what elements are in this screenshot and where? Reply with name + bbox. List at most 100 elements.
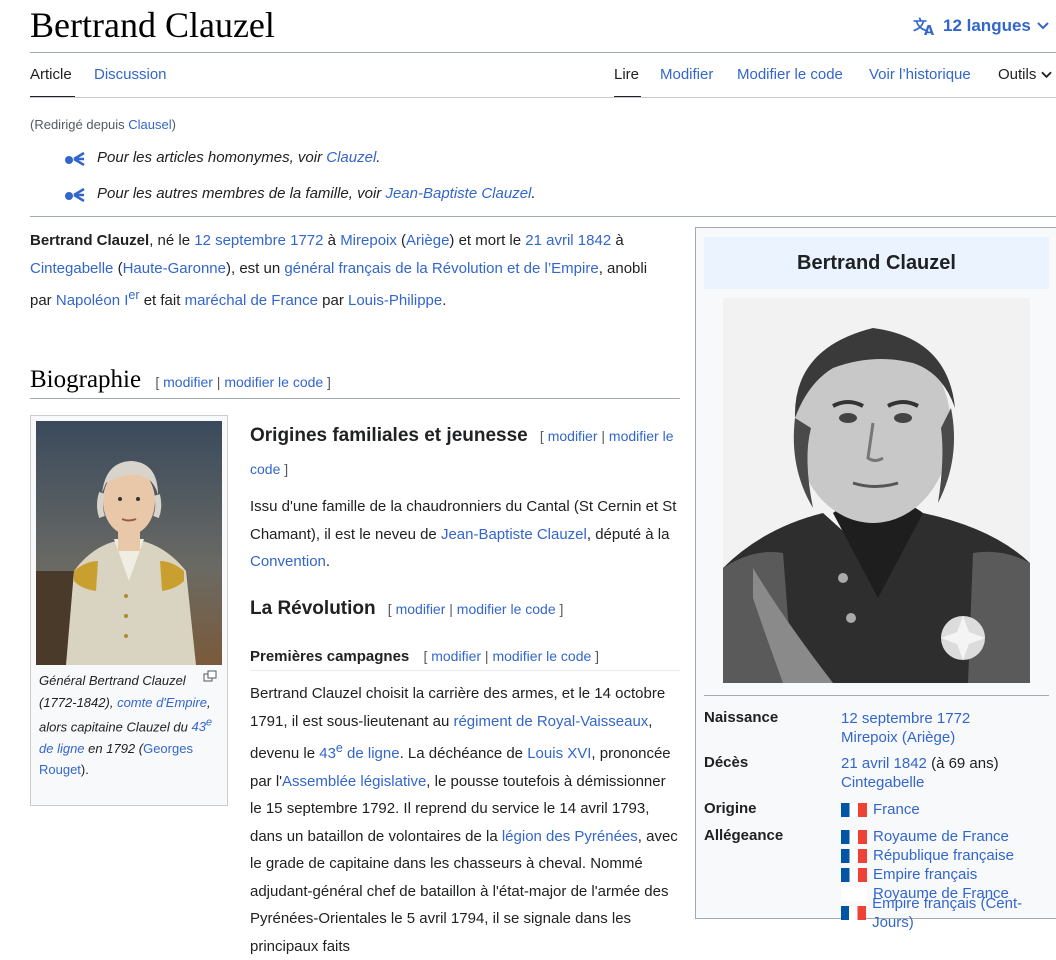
infobox-portrait-image[interactable]: [723, 298, 1030, 683]
link-louis-philippe[interactable]: Louis-Philippe: [348, 292, 442, 309]
link-allegeance[interactable]: Empire français (Cent-Jours): [872, 894, 1056, 932]
link-43e-de-ligne[interactable]: 43e de ligne: [319, 741, 399, 762]
edit-link[interactable]: modifier: [548, 428, 598, 444]
separator: |: [597, 428, 609, 444]
section-edit-links: [ modifier | modifier le code ]: [423, 648, 599, 664]
link-france[interactable]: France: [873, 800, 920, 819]
portrait-image[interactable]: [36, 421, 222, 665]
tab-modifier[interactable]: Modifier: [660, 66, 713, 83]
value-allegeance: Royaume de France République française E…: [841, 827, 1056, 931]
link-louis-xvi[interactable]: Louis XVI: [527, 745, 591, 762]
edit-code-link[interactable]: modifier le code: [492, 648, 591, 664]
caption-43: 43: [191, 719, 206, 735]
label-allegeance: Allégeance: [704, 827, 784, 844]
link-ariege[interactable]: Ariège: [406, 232, 449, 249]
caption-text: ).: [80, 762, 89, 778]
edit-code-link[interactable]: modifier le code: [224, 374, 323, 390]
redirect-prefix: (Redirigé depuis: [30, 117, 129, 132]
lead-text: (: [113, 259, 123, 277]
infobox: Bertrand Clauzel Naissance 12 septembre …: [695, 227, 1056, 931]
link-deces-lieu[interactable]: Cintegabelle: [841, 773, 999, 792]
redirect-link[interactable]: Clausel: [128, 117, 171, 132]
tab-article[interactable]: Article: [30, 66, 72, 83]
lead-text: .: [442, 292, 447, 309]
label-origine: Origine: [704, 800, 757, 817]
link-allegeance[interactable]: Royaume de France: [873, 827, 1009, 846]
tab-modifier-code[interactable]: Modifier le code: [737, 66, 843, 83]
page-tabs: Article Discussion Lire Modifier Modifie…: [0, 66, 1056, 96]
heading-origines-text: Origines familiales et jeunesse: [250, 425, 528, 446]
link-marechal[interactable]: maréchal de France: [185, 292, 318, 309]
para-text: .: [325, 553, 331, 570]
separator: |: [481, 648, 493, 664]
hatnote-link-clauzel[interactable]: Clauzel: [326, 149, 376, 166]
section-edit-links: [ modifier | modifier le code ]: [388, 601, 564, 617]
lead-text: ), est un: [225, 259, 285, 277]
link-assemblee-legislative[interactable]: Assemblée législative: [282, 773, 426, 790]
link-mirepoix[interactable]: Mirepoix: [340, 232, 397, 249]
value-naissance: 12 septembre 1772 Mirepoix (Ariège): [841, 709, 970, 747]
label-naissance: Naissance: [704, 709, 779, 726]
hatnote-text: Pour les articles homonymes, voir: [97, 149, 323, 166]
lead-text: par: [317, 292, 348, 309]
link-general-francais[interactable]: général français de la Révolution et de …: [284, 260, 598, 277]
svg-text:A: A: [924, 24, 934, 36]
link-comte-empire[interactable]: comte d'Empire: [117, 695, 207, 710]
link-sup: e: [335, 741, 343, 755]
link-royal-vaisseaux[interactable]: régiment de Royal-Vaisseaux: [453, 713, 648, 730]
tab-lire[interactable]: Lire: [614, 66, 639, 83]
separator: |: [212, 374, 225, 390]
caption-ligne: de ligne: [39, 740, 85, 756]
link-naissance-date[interactable]: 12 septembre 1772: [841, 709, 970, 728]
caption-text: en 1792 (: [84, 740, 144, 756]
edit-link[interactable]: modifier: [163, 374, 213, 390]
link-cintegabelle[interactable]: Cintegabelle: [30, 260, 113, 277]
redirect-suffix: ): [171, 117, 176, 132]
para-text: , avec le grade de capitaine dans les ch…: [250, 827, 678, 955]
edit-link[interactable]: modifier: [396, 601, 446, 617]
link-jean-baptiste-clauzel[interactable]: Jean-Baptiste Clauzel: [441, 526, 587, 543]
title-divider: [30, 52, 1056, 53]
edit-link[interactable]: modifier: [431, 648, 481, 664]
lead-text: , né le: [149, 232, 195, 249]
link-legion-pyrenees[interactable]: légion des Pyrénées: [502, 828, 638, 845]
tab-historique[interactable]: Voir l’historique: [869, 66, 971, 83]
tab-outils[interactable]: Outils: [998, 66, 1052, 83]
link-napoleon[interactable]: Napoléon Ier: [56, 288, 140, 309]
flag-france-icon: [841, 848, 867, 863]
link-deces-date[interactable]: 21 avril 1842: [841, 755, 927, 772]
heading-campagnes-text: Premières campagnes: [250, 648, 410, 665]
link-naissance-lieu[interactable]: Mirepoix (Ariège): [841, 728, 970, 747]
campagnes-paragraph-top: Bertrand Clauzel choisit la carrière des…: [250, 680, 680, 960]
bracket: ]: [323, 374, 331, 390]
language-selector[interactable]: 文A 12 langues: [913, 16, 1049, 36]
bracket: [: [539, 428, 548, 444]
flag-france-icon: [841, 829, 867, 844]
bracket: [: [387, 601, 396, 617]
link-convention[interactable]: Convention: [250, 553, 326, 570]
flag-france-icon: [841, 905, 867, 920]
bracket: ]: [280, 461, 289, 477]
link-haute-garonne[interactable]: Haute-Garonne: [123, 260, 226, 277]
label-deces: Décès: [704, 754, 749, 771]
hatnote-divider: [30, 216, 1056, 217]
section-edit-links: [ modifier | modifier le code ]: [155, 374, 331, 390]
para-text: . La déchéance de: [399, 745, 528, 762]
tabs-divider: [30, 97, 1056, 98]
link-allegeance[interactable]: Empire français: [873, 865, 977, 884]
lead-text: (: [396, 232, 407, 249]
hatnote-link-jean-baptiste[interactable]: Jean-Baptiste Clauzel: [385, 185, 531, 202]
heading-campagnes: Premières campagnes [ modifier | modifie…: [250, 648, 599, 665]
tab-discussion[interactable]: Discussion: [94, 66, 167, 83]
link-birth-date[interactable]: 12 septembre 1772: [194, 232, 323, 249]
flag-white-icon: [841, 886, 867, 901]
link-death-date[interactable]: 21 avril 1842: [525, 232, 611, 249]
heading-biographie: Biographie [ modifier | modifier le code…: [30, 366, 331, 394]
bracket: [: [155, 374, 164, 390]
edit-code-link[interactable]: modifier le code: [457, 601, 556, 617]
deces-age: (à 69 ans): [926, 755, 999, 772]
hatnote-end: .: [376, 149, 381, 166]
link-allegeance[interactable]: République française: [873, 846, 1014, 865]
lead-text: et fait: [139, 292, 185, 309]
hatnote-end: .: [531, 185, 536, 202]
